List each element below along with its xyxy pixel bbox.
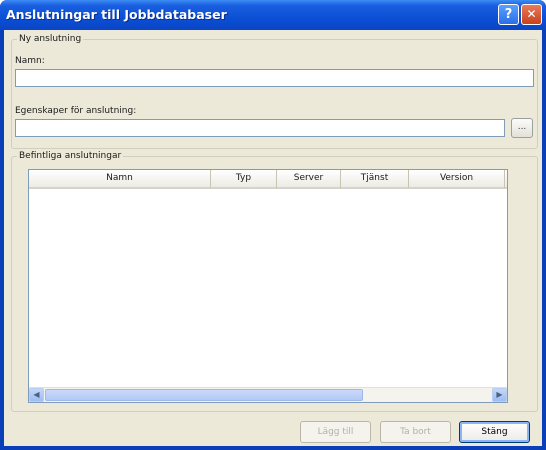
column-header-server[interactable]: Server — [277, 170, 341, 189]
dialog-body: Ny anslutning Namn: Egenskaper för anslu… — [4, 30, 542, 446]
column-header-version[interactable]: Version — [409, 170, 505, 189]
title-bar[interactable]: Anslutningar till Jobbdatabaser ? ✕ — [0, 0, 546, 30]
column-header-filler — [505, 170, 507, 189]
close-icon: ✕ — [526, 7, 537, 21]
column-header-service[interactable]: Tjänst — [341, 170, 409, 189]
scroll-right-button[interactable]: ▶ — [492, 388, 507, 402]
add-button[interactable]: Lägg till — [300, 421, 371, 443]
scroll-left-arrow-icon: ◀ — [33, 390, 40, 399]
column-header-type[interactable]: Typ — [211, 170, 277, 189]
close-window-button[interactable]: ✕ — [521, 4, 542, 25]
scroll-left-button[interactable]: ◀ — [29, 388, 44, 402]
scroll-right-arrow-icon: ▶ — [496, 390, 503, 399]
browse-button[interactable]: ... — [511, 118, 533, 138]
window-title: Anslutningar till Jobbdatabaser — [6, 7, 227, 22]
list-header: Namn Typ Server Tjänst Version — [29, 170, 507, 189]
existing-connections-legend: Befintliga anslutningar — [17, 151, 124, 161]
new-connection-legend: Ny anslutning — [17, 34, 84, 44]
name-field[interactable] — [15, 69, 534, 87]
connections-list[interactable]: Namn Typ Server Tjänst Version ◀ ▶ — [28, 169, 508, 403]
properties-field[interactable] — [15, 119, 505, 137]
new-connection-group: Ny anslutning Namn: Egenskaper för anslu… — [11, 34, 538, 149]
horizontal-scrollbar[interactable]: ◀ ▶ — [29, 387, 507, 402]
close-button[interactable]: Stäng — [459, 421, 530, 443]
help-icon: ? — [504, 7, 513, 22]
properties-label: Egenskaper för anslutning: — [15, 106, 137, 116]
scrollbar-thumb[interactable] — [45, 389, 363, 401]
remove-button[interactable]: Ta bort — [380, 421, 451, 443]
help-button[interactable]: ? — [498, 4, 519, 25]
name-label: Namn: — [15, 56, 45, 66]
column-header-name[interactable]: Namn — [29, 170, 211, 189]
dialog-window: Anslutningar till Jobbdatabaser ? ✕ Ny a… — [0, 0, 546, 450]
